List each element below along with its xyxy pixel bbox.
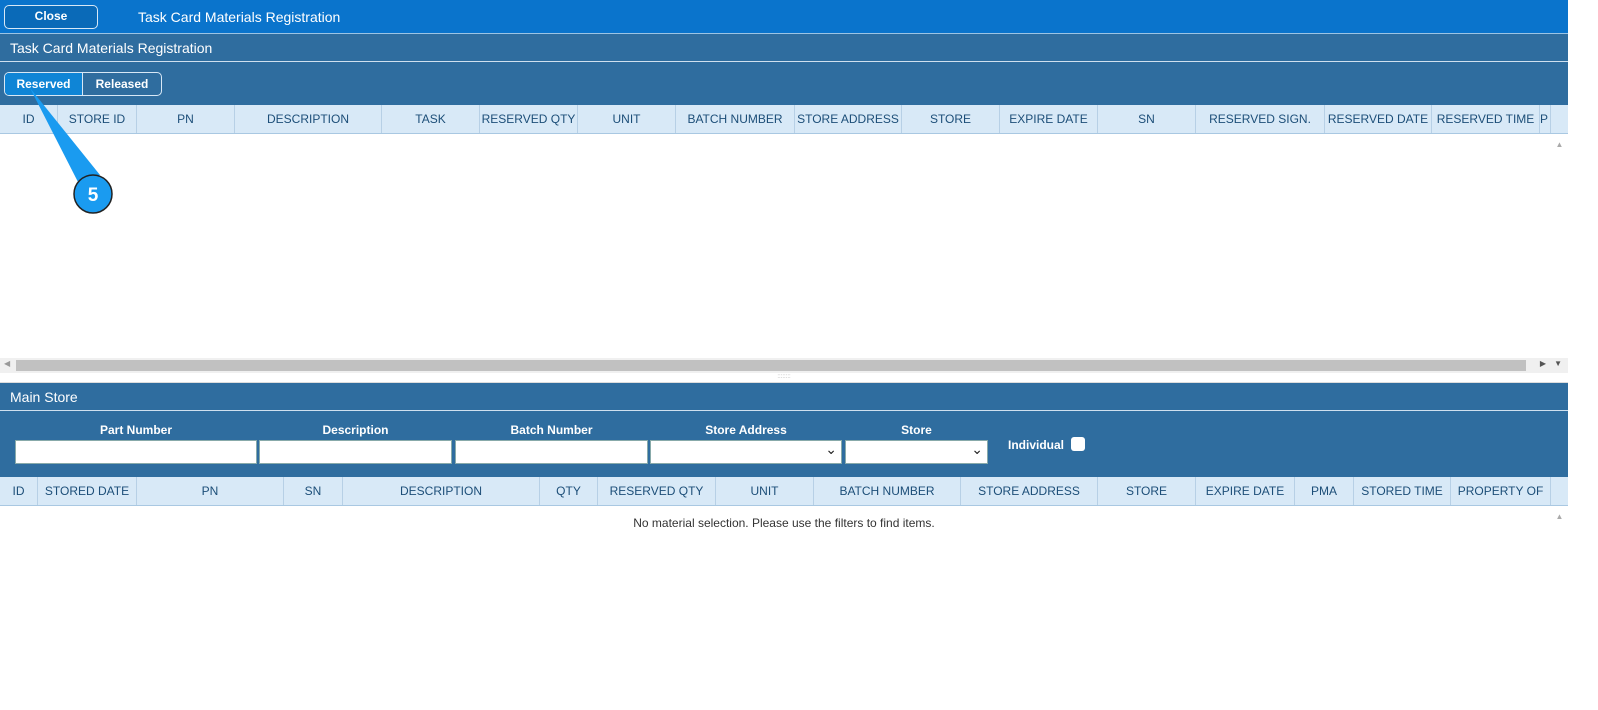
column-header[interactable]: RESERVED QTY	[480, 105, 578, 133]
column-header[interactable]: PN	[137, 105, 235, 133]
column-header[interactable]: STORED TIME	[1354, 477, 1451, 505]
individual-label: Individual	[1008, 438, 1065, 452]
store-address-label: Store Address	[705, 423, 787, 437]
filter-bar: Part Number Description Batch Number Sto…	[0, 411, 1568, 477]
part-number-label: Part Number	[99, 423, 173, 437]
app: Close Task Card Materials Registration T…	[0, 0, 1568, 710]
scrollbar-thumb[interactable]	[16, 360, 1526, 371]
header-spacer	[1551, 477, 1568, 505]
description-input[interactable]	[259, 440, 452, 464]
column-header[interactable]: UNIT	[578, 105, 676, 133]
scroll-left-icon[interactable]: ◀	[4, 359, 10, 368]
column-header[interactable]: EXPIRE DATE	[1000, 105, 1098, 133]
column-header[interactable]: TASK	[382, 105, 480, 133]
column-header[interactable]: RESERVED SIGN.	[1196, 105, 1325, 133]
column-header[interactable]: SN	[1098, 105, 1196, 133]
horizontal-scrollbar[interactable]: ◀ ▶ ▼	[0, 358, 1568, 373]
scroll-right-icon[interactable]: ▶	[1540, 359, 1546, 368]
window-title: Task Card Materials Registration	[138, 9, 341, 25]
individual-checkbox[interactable]	[1071, 437, 1085, 451]
store-select[interactable]	[845, 440, 988, 464]
step-callout: 5	[30, 88, 113, 214]
column-header[interactable]: RESERVED TIME	[1432, 105, 1540, 133]
reserved-table-header: ID STORE ID PN DESCRIPTION TASK RESERVED…	[0, 105, 1568, 134]
column-header[interactable]: RESERVED DATE	[1325, 105, 1432, 133]
top-bar: Close Task Card Materials Registration	[0, 0, 1568, 34]
column-header[interactable]: PROPERTY OF	[1451, 477, 1551, 505]
column-header[interactable]: STORE	[1098, 477, 1196, 505]
scroll-down-icon[interactable]: ▼	[1554, 359, 1562, 368]
column-header[interactable]: BATCH NUMBER	[676, 105, 795, 133]
reserved-table-body: ▲	[0, 134, 1568, 358]
store-label: Store	[901, 423, 932, 437]
column-header[interactable]: BATCH NUMBER	[814, 477, 961, 505]
column-header[interactable]: STORE	[902, 105, 1000, 133]
column-header[interactable]: DESCRIPTION	[343, 477, 540, 505]
part-number-input[interactable]	[15, 440, 257, 464]
column-header[interactable]: STORE ADDRESS	[961, 477, 1098, 505]
main-store-table-header: ID STORED DATE PN SN DESCRIPTION QTY RES…	[0, 477, 1568, 506]
column-header[interactable]: STORED DATE	[38, 477, 137, 505]
column-header[interactable]: PMA	[1295, 477, 1354, 505]
vertical-scrollbar[interactable]: ▲	[1551, 134, 1568, 358]
column-header[interactable]: ID	[0, 477, 38, 505]
header-spacer	[1551, 105, 1568, 133]
splitter-handle[interactable]: ::::::::	[0, 373, 1568, 383]
vertical-scrollbar[interactable]: ▲	[1551, 506, 1568, 710]
toolbar: Reserved Released	[0, 62, 1568, 105]
column-header[interactable]: PN	[137, 477, 284, 505]
column-header[interactable]: P	[1540, 105, 1551, 133]
main-store-table-body: No material selection. Please use the fi…	[0, 506, 1568, 710]
column-header[interactable]: EXPIRE DATE	[1196, 477, 1295, 505]
column-header[interactable]: STORE ADDRESS	[795, 105, 902, 133]
store-address-select[interactable]	[650, 440, 842, 464]
callout-pointer	[30, 88, 100, 182]
batch-number-input[interactable]	[455, 440, 648, 464]
callout-number: 5	[88, 185, 99, 206]
column-header[interactable]: UNIT	[716, 477, 814, 505]
column-header[interactable]: DESCRIPTION	[235, 105, 382, 133]
column-header[interactable]: QTY	[540, 477, 598, 505]
main-store-title: Main Store	[0, 383, 1568, 411]
column-header[interactable]: RESERVED QTY	[598, 477, 716, 505]
batch-number-label: Batch Number	[510, 423, 593, 437]
panel-title: Task Card Materials Registration	[0, 34, 1568, 62]
description-label: Description	[322, 423, 389, 437]
column-header[interactable]: SN	[284, 477, 343, 505]
empty-message: No material selection. Please use the fi…	[633, 516, 935, 530]
